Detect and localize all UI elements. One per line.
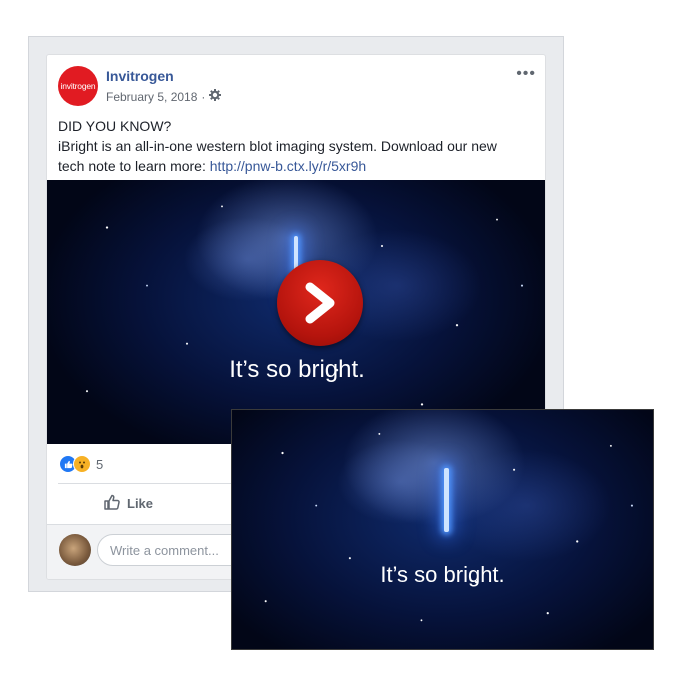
stars <box>232 410 653 649</box>
avatar-logo-text: invitrogen <box>60 81 96 91</box>
post-date[interactable]: February 5, 2018 <box>106 90 197 104</box>
video-player[interactable]: It’s so bright. <box>47 180 545 444</box>
page-avatar[interactable]: invitrogen <box>58 66 98 106</box>
post-text-line-3: tech note to learn more: http://pnw-b.ct… <box>58 156 538 176</box>
overlay-caption: It’s so bright. <box>380 562 505 587</box>
post-text-line-3-text: tech note to learn more: <box>58 158 210 174</box>
video-caption: It’s so bright. <box>229 356 365 383</box>
video-still-overlay: It’s so bright. <box>231 409 654 650</box>
more-icon[interactable]: ••• <box>516 65 536 83</box>
reactions-summary[interactable]: 5 <box>59 455 103 473</box>
post-text-line-2: iBright is an all-in-one western blot im… <box>58 138 497 154</box>
post-meta: February 5, 2018 · <box>106 89 222 104</box>
gear-icon[interactable] <box>209 89 222 104</box>
thumbs-up-icon <box>103 493 121 514</box>
reactions-count: 5 <box>96 456 104 472</box>
like-button[interactable]: Like <box>103 493 153 514</box>
meta-separator: · <box>201 89 206 104</box>
light-beam <box>444 468 449 532</box>
user-avatar <box>59 534 91 566</box>
post-link[interactable]: http://pnw-b.ctx.ly/r/5xr9h <box>210 158 366 174</box>
wow-reaction-icon <box>73 455 91 473</box>
like-label: Like <box>127 496 154 511</box>
post-text: DID YOU KNOW? iBright is an all-in-one w… <box>58 116 538 176</box>
play-icon[interactable] <box>277 260 363 346</box>
page-name-link[interactable]: Invitrogen <box>106 68 174 84</box>
post-text-line-1: DID YOU KNOW? <box>58 118 172 134</box>
